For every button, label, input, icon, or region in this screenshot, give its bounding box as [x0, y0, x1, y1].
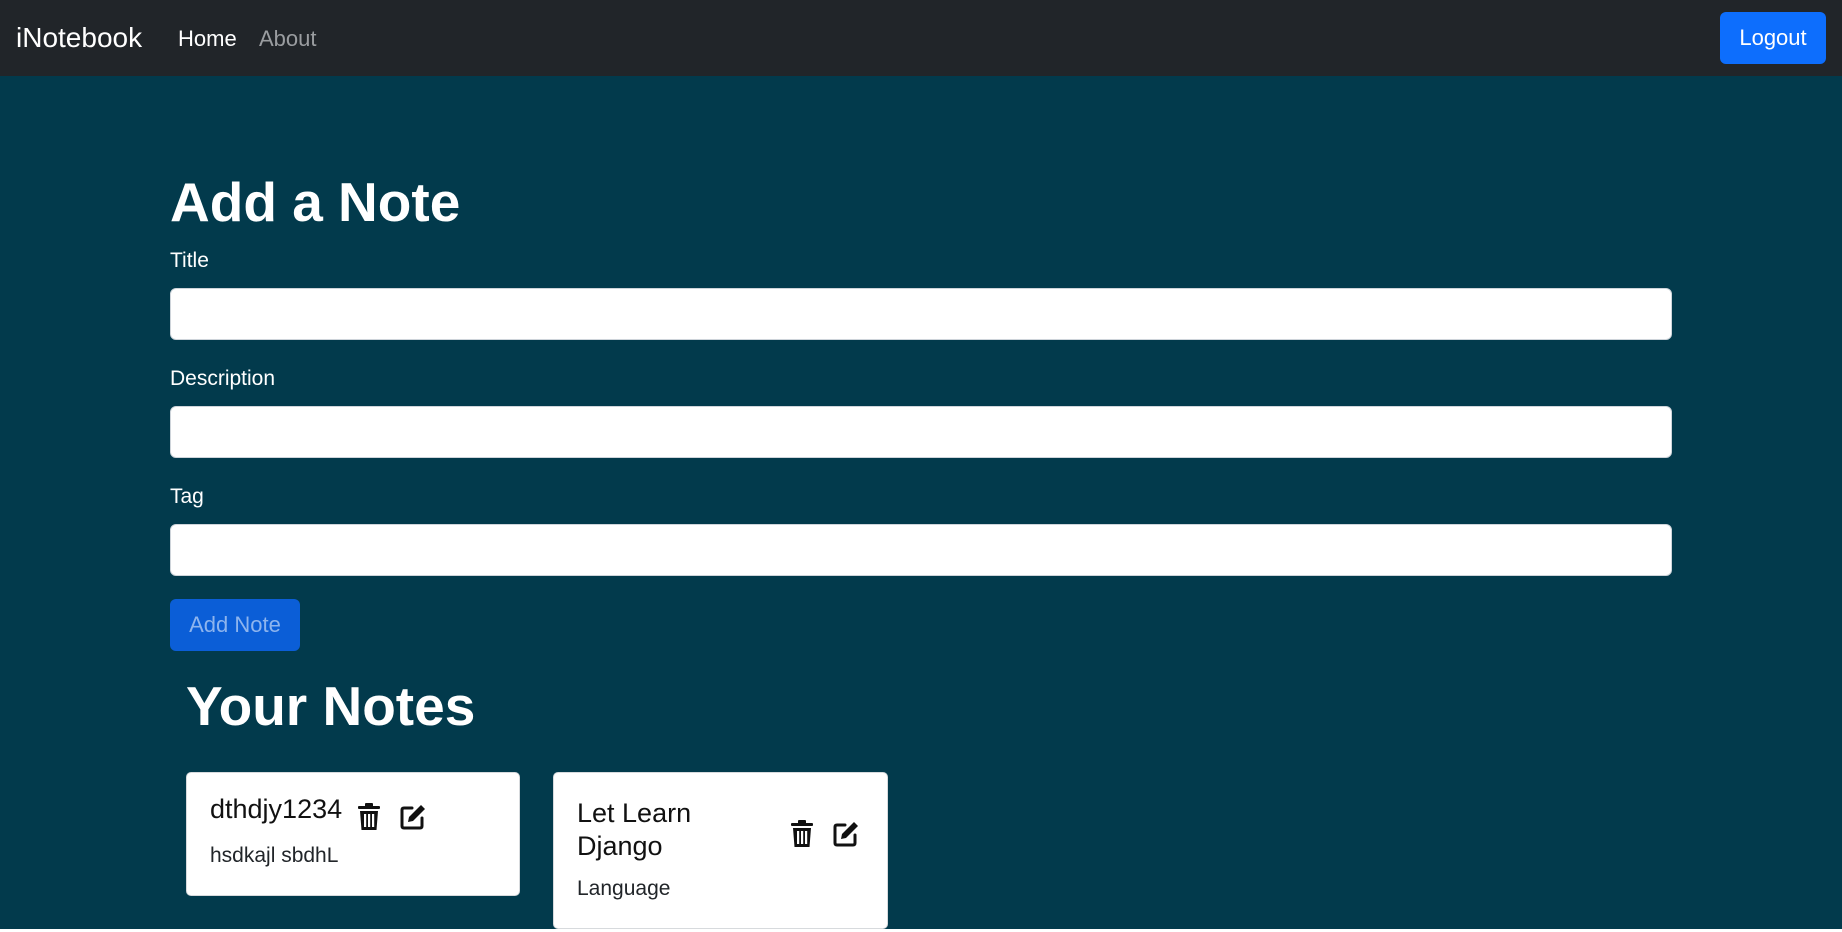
note-title: Let Learn Django: [577, 798, 692, 861]
note-description: Language: [577, 877, 671, 900]
description-input[interactable]: [170, 406, 1672, 458]
tag-label: Tag: [170, 485, 204, 508]
trash-icon[interactable]: [357, 803, 381, 831]
app-viewport: iNotebook Home About Logout Add a Note T…: [0, 0, 1842, 929]
edit-icon-graphic: [400, 805, 425, 830]
navbar: iNotebook Home About Logout: [0, 0, 1842, 76]
edit-icon-graphic: [833, 822, 858, 847]
your-notes-heading: Your Notes: [186, 675, 476, 737]
edit-icon[interactable]: [399, 803, 427, 831]
note-title: dthdjy1234: [210, 794, 343, 824]
note-description: hsdkajl sbdhL: [210, 844, 339, 867]
trash-icon-graphic: [358, 803, 380, 830]
page: iNotebook Home About Logout Add a Note T…: [0, 0, 1842, 932]
note-card: Let Learn Django Language: [553, 772, 888, 929]
nav-link-home[interactable]: Home: [178, 25, 237, 53]
trash-icon-graphic: [791, 820, 813, 847]
nav-link-about[interactable]: About: [259, 25, 317, 53]
edit-icon[interactable]: [832, 820, 860, 848]
title-label: Title: [170, 249, 209, 272]
logout-button[interactable]: Logout: [1720, 12, 1826, 64]
description-label: Description: [170, 367, 276, 390]
add-note-button[interactable]: Add Note: [170, 599, 300, 651]
trash-icon[interactable]: [790, 820, 814, 848]
title-input[interactable]: [170, 288, 1672, 340]
tag-input[interactable]: [170, 524, 1672, 576]
brand-link[interactable]: iNotebook: [16, 20, 142, 56]
add-note-heading: Add a Note: [170, 171, 461, 233]
note-card: dthdjy1234 hsdkajl sbdhL: [186, 772, 520, 896]
